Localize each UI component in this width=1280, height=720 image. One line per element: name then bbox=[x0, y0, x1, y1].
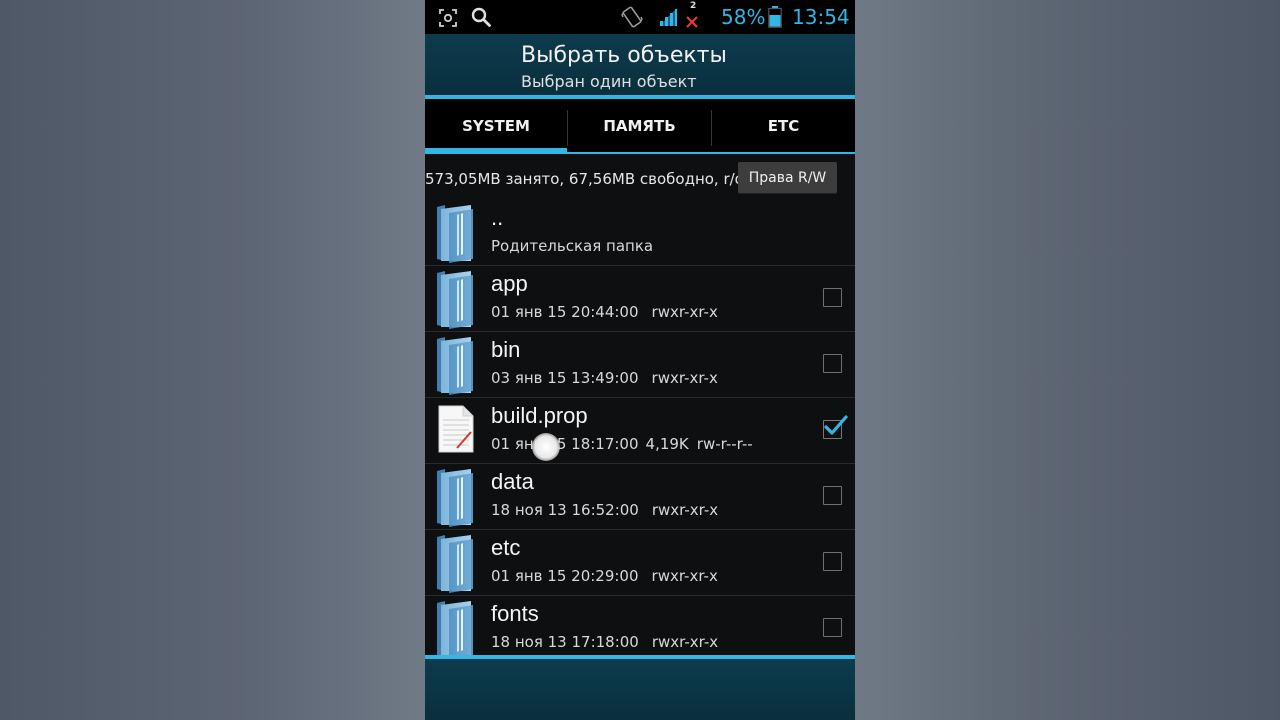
tab-system[interactable]: SYSTEM bbox=[425, 99, 567, 153]
checkmark-icon bbox=[824, 415, 848, 435]
search-icon[interactable] bbox=[471, 7, 491, 31]
status-bar: 2 58% 13:54 bbox=[425, 0, 855, 34]
tab-bar: SYSTEM ПАМЯТЬ ETC bbox=[425, 99, 855, 153]
list-item-bin[interactable]: bin 03 янв 15 13:49:00 rwxr-xr-x bbox=[425, 332, 855, 398]
file-permissions: rwxr-xr-x bbox=[651, 501, 719, 519]
folder-icon bbox=[435, 599, 475, 663]
file-permissions: rwxr-xr-x bbox=[651, 303, 718, 321]
select-checkbox[interactable] bbox=[823, 552, 842, 571]
touch-indicator bbox=[532, 433, 560, 461]
folder-icon bbox=[435, 269, 475, 333]
file-info: 18 ноя 13 17:18:00 rwxr-xr-x bbox=[491, 633, 718, 651]
bottom-bar bbox=[425, 659, 855, 720]
rw-permissions-button[interactable]: Права R/W bbox=[738, 162, 837, 194]
sim-badge: 2 bbox=[690, 1, 697, 11]
no-signal-icon: 2 bbox=[684, 1, 700, 34]
list-item-fonts[interactable]: fonts 18 ноя 13 17:18:00 rwxr-xr-x bbox=[425, 596, 855, 661]
select-checkbox[interactable] bbox=[823, 288, 842, 307]
selection-subtitle: Выбран один объект bbox=[521, 72, 697, 91]
select-checkbox[interactable] bbox=[823, 354, 842, 373]
file-permissions: rwxr-xr-x bbox=[651, 633, 719, 651]
list-item-data[interactable]: data 18 ноя 13 16:52:00 rwxr-xr-x bbox=[425, 464, 855, 530]
screenshot-icon bbox=[439, 9, 457, 31]
file-date: 18 ноя 13 17:18:00 bbox=[491, 633, 639, 651]
parent-folder-label: Родительская папка bbox=[491, 237, 654, 255]
tab-memory[interactable]: ПАМЯТЬ bbox=[568, 99, 711, 153]
file-date: 03 янв 15 13:49:00 bbox=[491, 369, 639, 387]
battery-icon bbox=[768, 6, 782, 32]
file-name: bin bbox=[491, 337, 521, 362]
clock: 13:54 bbox=[792, 5, 850, 29]
select-checkbox[interactable] bbox=[823, 486, 842, 505]
file-name: etc bbox=[491, 535, 521, 560]
file-date: 01 янв 15 20:29:00 bbox=[491, 567, 639, 585]
file-permissions: rwxr-xr-x bbox=[651, 567, 718, 585]
phone-screen: 2 58% 13:54 Выбрать объекты Выбран один … bbox=[425, 0, 855, 720]
tab-etc[interactable]: ETC bbox=[712, 99, 855, 153]
file-info: 03 янв 15 13:49:00 rwxr-xr-x bbox=[491, 369, 718, 387]
file-name: app bbox=[491, 271, 528, 296]
signal-icon bbox=[657, 6, 679, 32]
file-permissions: rwxr-xr-x bbox=[651, 369, 718, 387]
storage-info: 573,05MB занято, 67,56MB свободно, r/o bbox=[425, 170, 744, 188]
file-info: 01 янв 15 20:29:00 rwxr-xr-x bbox=[491, 567, 718, 585]
file-date: 18 ноя 13 16:52:00 bbox=[491, 501, 639, 519]
select-checkbox-checked[interactable] bbox=[823, 415, 848, 439]
file-info: 01 янв 15 18:17:00 4,19K rw-r--r-- bbox=[491, 435, 753, 453]
file-date: 01 янв 15 20:44:00 bbox=[491, 303, 639, 321]
folder-icon bbox=[435, 203, 475, 267]
file-name: .. bbox=[491, 205, 504, 230]
folder-icon bbox=[435, 335, 475, 399]
list-item-parent-folder[interactable]: .. Родительская папка bbox=[425, 200, 855, 266]
text-file-icon bbox=[437, 404, 475, 458]
action-bar: Выбрать объекты Выбран один объект bbox=[425, 34, 855, 95]
folder-icon bbox=[435, 533, 475, 597]
file-name: fonts bbox=[491, 601, 539, 626]
active-tab-indicator bbox=[425, 148, 567, 154]
file-info: 01 янв 15 20:44:00 rwxr-xr-x bbox=[491, 303, 718, 321]
file-info: Родительская папка bbox=[491, 237, 653, 255]
file-name: data bbox=[491, 469, 534, 494]
file-size: 4,19K bbox=[645, 435, 689, 453]
vibrate-icon bbox=[621, 5, 643, 33]
folder-icon bbox=[435, 467, 475, 531]
list-item-etc[interactable]: etc 01 янв 15 20:29:00 rwxr-xr-x bbox=[425, 530, 855, 596]
file-info: 18 ноя 13 16:52:00 rwxr-xr-x bbox=[491, 501, 718, 519]
list-item-app[interactable]: app 01 янв 15 20:44:00 rwxr-xr-x bbox=[425, 266, 855, 332]
select-checkbox[interactable] bbox=[823, 618, 842, 637]
file-date: 01 янв 15 18:17:00 bbox=[491, 435, 639, 453]
file-name: build.prop bbox=[491, 403, 588, 428]
file-permissions: rw-r--r-- bbox=[696, 435, 753, 453]
list-item-build-prop[interactable]: build.prop 01 янв 15 18:17:00 4,19K rw-r--… bbox=[425, 398, 855, 464]
page-title: Выбрать объекты bbox=[521, 43, 727, 68]
battery-percent: 58% bbox=[721, 5, 766, 29]
